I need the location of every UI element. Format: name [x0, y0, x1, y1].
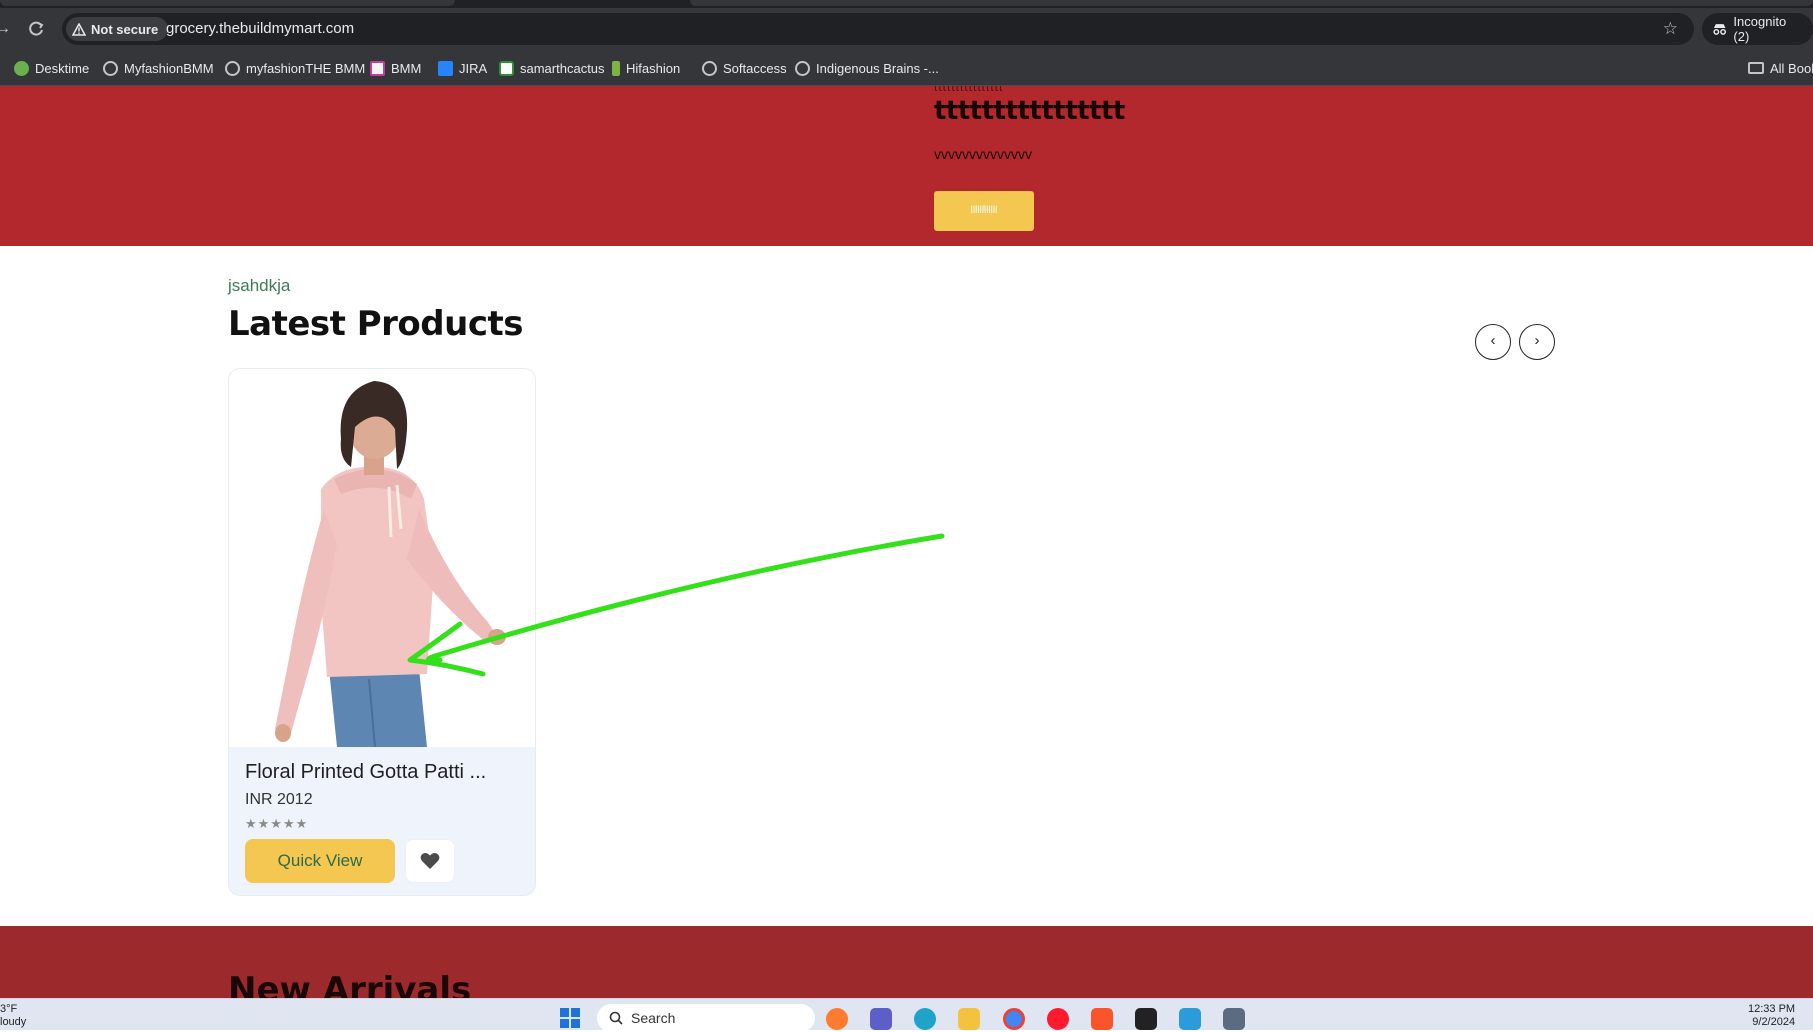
heart-icon — [420, 853, 440, 869]
security-chip-label: Not secure — [91, 21, 159, 37]
cactus-icon — [499, 60, 514, 76]
chrome-icon[interactable] — [1003, 1008, 1025, 1030]
file-explorer-icon[interactable] — [958, 1008, 980, 1030]
reload-icon[interactable] — [25, 18, 47, 40]
bookmark-label: Softaccess — [723, 60, 787, 76]
product-card[interactable]: Floral Printed Gotta Patti ... INR 2012 … — [228, 368, 536, 896]
bookmark-label: myfashionTHE BMM — [246, 60, 366, 76]
opera-icon[interactable] — [1047, 1008, 1069, 1030]
product-image[interactable] — [229, 369, 535, 747]
bookmark-myfashionbmm[interactable]: MyfashionBMM — [103, 58, 214, 78]
windows-taskbar: 3°F loudy Search 12:33 PM 9/2/2024 — [0, 998, 1813, 1032]
forward-icon[interactable]: → — [0, 18, 14, 40]
teams-icon[interactable] — [870, 1008, 892, 1030]
weather-temp: 3°F — [0, 1003, 18, 1015]
globe-icon — [225, 60, 240, 76]
hero-cta-button[interactable]: llllllllllll — [934, 191, 1034, 231]
product-title[interactable]: Floral Printed Gotta Patti ... — [245, 761, 486, 784]
all-bookmarks[interactable]: All Book — [1748, 58, 1813, 78]
bookmarks-bar: Desktime MyfashionBMM myfashionTHE BMM B… — [0, 50, 1813, 86]
bookmark-label: Indigenous Brains -... — [816, 60, 939, 76]
firefox-icon[interactable] — [826, 1008, 848, 1030]
bookmark-indigenous-brains[interactable]: Indigenous Brains -... — [795, 58, 939, 78]
weather-widget[interactable]: 3°F loudy — [0, 1003, 26, 1029]
windows-start-icon[interactable] — [559, 1007, 581, 1029]
bookmark-label: BMM — [391, 60, 422, 76]
address-bar[interactable]: Not secure grocery.thebuildmymart.com ☆ — [62, 13, 1694, 45]
taskbar-search[interactable]: Search — [597, 1004, 815, 1032]
wishlist-button[interactable] — [405, 839, 455, 883]
hero-banner: tttttttttttttttt tttttttttttttttt vvvvvv… — [0, 86, 1813, 246]
clock-time: 12:33 PM — [1748, 1003, 1796, 1015]
edge-icon[interactable] — [914, 1008, 936, 1030]
product-price: INR 2012 — [245, 791, 313, 808]
warning-triangle-icon — [72, 22, 86, 36]
hifashion-icon — [612, 60, 620, 76]
globe-icon — [795, 60, 810, 76]
system-clock[interactable]: 12:33 PM 9/2/2024 — [1748, 1003, 1795, 1029]
incognito-label: Incognito (2) — [1733, 14, 1787, 44]
browser-toolbar: → Not secure grocery.thebuildmymart.com … — [0, 8, 1813, 50]
bookmark-star-icon[interactable]: ☆ — [1663, 19, 1678, 39]
weather-condition: loudy — [0, 1016, 27, 1028]
hero-cut-off-text: tttttttttttttttt — [934, 86, 1004, 94]
clock-date: 9/2/2024 — [1752, 1016, 1796, 1028]
bookmark-myfashion-the-bmm[interactable]: myfashionTHE BMM — [225, 58, 365, 78]
bookmark-label: JIRA — [459, 60, 488, 76]
tab-strip — [0, 0, 1813, 8]
hero-title: tttttttttttttttt — [934, 96, 1125, 126]
bmm-icon — [370, 60, 385, 76]
jira-icon — [438, 60, 453, 76]
carousel-next-button[interactable]: › — [1519, 324, 1555, 360]
notepad-icon[interactable] — [1179, 1008, 1201, 1030]
brave-icon[interactable] — [1091, 1008, 1113, 1030]
url-text[interactable]: grocery.thebuildmymart.com — [166, 20, 354, 37]
bookmark-hifashion[interactable]: Hifashion — [612, 58, 680, 78]
taskbar-search-label: Search — [631, 1010, 676, 1026]
section-kicker: jsahdkja — [228, 276, 291, 295]
bookmark-label: MyfashionBMM — [124, 60, 214, 76]
incognito-badge[interactable]: Incognito (2) — [1702, 13, 1813, 45]
globe-icon — [702, 60, 717, 76]
incognito-icon — [1713, 24, 1727, 35]
bookmark-softaccess[interactable]: Softaccess — [702, 58, 787, 78]
all-bookmarks-label: All Book — [1770, 60, 1813, 76]
tab-inactive[interactable] — [690, 0, 1813, 6]
desktime-icon — [14, 60, 29, 76]
globe-icon — [103, 60, 118, 76]
folder-icon — [1748, 62, 1764, 74]
bookmark-samarthcactus[interactable]: samarthcactus — [499, 58, 605, 78]
bookmark-label: samarthcactus — [520, 60, 605, 76]
hero-subtitle: vvvvvvvvvvvvvv — [934, 146, 1032, 162]
bookmark-label: Hifashion — [626, 60, 681, 76]
quick-view-button[interactable]: Quick View — [245, 839, 395, 883]
carousel-prev-button[interactable]: ‹ — [1475, 324, 1511, 360]
security-chip[interactable]: Not secure — [66, 17, 169, 41]
search-icon — [609, 1011, 623, 1025]
bookmark-jira[interactable]: JIRA — [438, 58, 487, 78]
sticky-app-icon[interactable] — [1135, 1008, 1157, 1030]
tab-inactive[interactable] — [0, 0, 455, 6]
section-title: Latest Products — [228, 304, 523, 344]
bookmark-bmm[interactable]: BMM — [370, 58, 421, 78]
calculator-icon[interactable] — [1223, 1008, 1245, 1030]
page-viewport: tttttttttttttttt tttttttttttttttt vvvvvv… — [0, 86, 1813, 998]
new-arrivals-title: New Arrivals — [228, 970, 472, 998]
bookmark-label: Desktime — [35, 60, 90, 76]
bookmark-desktime[interactable]: Desktime — [14, 58, 89, 78]
product-rating: ★★★★★ — [245, 816, 309, 831]
